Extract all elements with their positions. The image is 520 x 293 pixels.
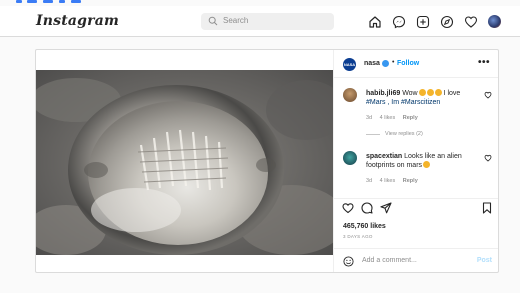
comment-username[interactable]: spacextian [366, 153, 402, 160]
comment-bubble-icon[interactable] [361, 202, 373, 214]
save-bookmark-icon[interactable] [481, 202, 493, 214]
more-options-icon[interactable]: ••• [478, 57, 490, 68]
comment-text: habib.jli69 Wow I love #Mars , Im #Marsc… [366, 89, 461, 106]
avatar[interactable] [343, 88, 357, 102]
like-comment-icon[interactable] [484, 154, 492, 162]
tab-indicator [27, 0, 37, 3]
post-card: NASA nasa • Follow ••• habib.jli69 Wow I… [35, 49, 499, 273]
heart-eyes-emoji-icon [418, 89, 426, 96]
home-icon[interactable] [367, 14, 382, 29]
post-header: NASA nasa • Follow ••• [334, 50, 498, 78]
search-icon [208, 16, 218, 26]
add-comment-bar: Add a comment... Post [334, 248, 498, 272]
new-post-icon[interactable] [415, 14, 430, 29]
search-input[interactable]: Search [223, 16, 248, 25]
top-navigation-bar: Instagram Search [0, 6, 520, 37]
nav-icons [367, 14, 502, 29]
view-replies-button[interactable]: View replies (2) [366, 131, 423, 137]
comment-hashtags[interactable]: #Mars , Im #Marscitizen [366, 99, 440, 106]
add-comment-input[interactable]: Add a comment... [362, 257, 417, 264]
comment-meta: 3d 4 likes Reply [366, 115, 418, 121]
tab-indicator [43, 0, 53, 3]
heart-eyes-emoji-icon [426, 89, 434, 96]
verified-badge-icon [382, 60, 389, 67]
divider [366, 133, 380, 135]
post-comment-button[interactable]: Post [477, 257, 492, 264]
profile-avatar[interactable] [487, 14, 502, 29]
explore-icon[interactable] [439, 14, 454, 29]
comment-username[interactable]: habib.jli69 [366, 90, 400, 97]
like-comment-icon[interactable] [484, 91, 492, 99]
search-box[interactable]: Search [201, 13, 334, 30]
tab-indicator [71, 0, 81, 3]
follow-button[interactable]: Follow [397, 60, 419, 67]
post-actions [334, 198, 498, 216]
separator-dot: • [392, 59, 395, 66]
instagram-logo[interactable]: Instagram [36, 13, 119, 29]
reply-button[interactable]: Reply [403, 178, 418, 184]
comment-text: spacextian Looks like an alien footprint… [366, 153, 462, 169]
activity-heart-icon[interactable] [463, 14, 478, 29]
grinning-emoji-icon [423, 161, 431, 168]
nasa-logo-icon: NASA [343, 62, 356, 67]
post-author[interactable]: nasa [364, 60, 380, 67]
tab-indicator [59, 0, 65, 3]
avatar[interactable]: NASA [343, 58, 356, 71]
avatar[interactable] [343, 151, 357, 165]
post-timestamp: 3 DAYS AGO [343, 234, 373, 239]
tab-indicator [16, 0, 22, 3]
like-heart-icon[interactable] [342, 202, 354, 214]
avatar [488, 15, 501, 28]
heart-eyes-emoji-icon [434, 89, 442, 96]
reply-button[interactable]: Reply [403, 115, 418, 121]
messenger-icon[interactable] [391, 14, 406, 29]
post-sidebar: NASA nasa • Follow ••• habib.jli69 Wow I… [333, 50, 498, 272]
emoji-icon[interactable] [343, 256, 354, 267]
post-image-mars-crater[interactable] [36, 70, 333, 255]
likes-count[interactable]: 465,760 likes [343, 223, 386, 230]
comment-meta: 3d 4 likes Reply [366, 178, 418, 184]
share-paper-plane-icon[interactable] [380, 202, 392, 214]
mars-crater-illustration [36, 70, 333, 255]
